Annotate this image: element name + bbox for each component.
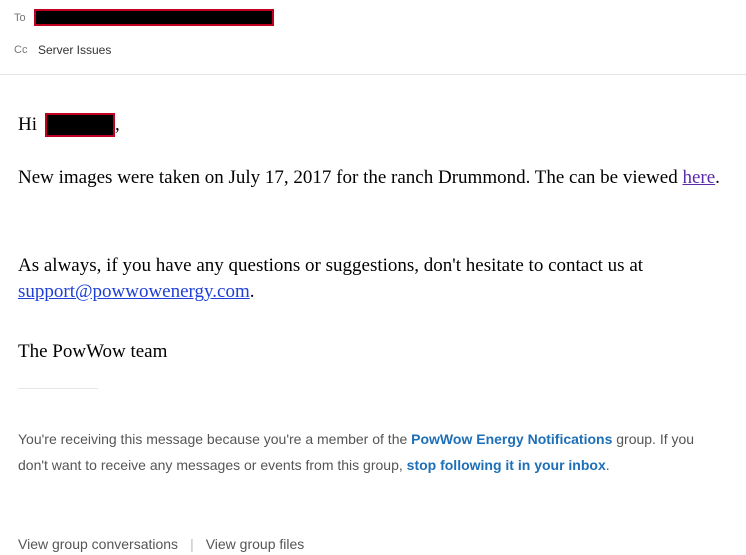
header-divider	[0, 74, 746, 75]
group-footer: You're receiving this message because yo…	[18, 426, 718, 478]
images-text-end: .	[715, 167, 720, 188]
greeting-comma: ,	[115, 114, 120, 135]
signature: The PowWow team	[18, 341, 168, 362]
footer-text-3: .	[605, 457, 610, 473]
actions-separator: |	[190, 536, 194, 552]
greeting: Hi	[18, 114, 37, 135]
footer-text-1: You're receiving this message because yo…	[18, 431, 412, 447]
contact-paragraph: As always, if you have any questions or …	[18, 253, 738, 305]
to-label: To	[14, 11, 26, 24]
contact-text: As always, if you have any questions or …	[18, 255, 644, 276]
stop-following-link[interactable]: stop following it in your inbox	[407, 457, 606, 473]
redacted-recipient	[34, 9, 274, 26]
signature-divider	[18, 388, 98, 389]
contact-text-end: .	[249, 281, 255, 302]
view-conversations-link[interactable]: View group conversations	[18, 536, 178, 552]
images-text: New images were taken on July 17, 2017 f…	[18, 167, 683, 188]
cc-recipient[interactable]: Server Issues	[38, 43, 111, 57]
images-paragraph: New images were taken on July 17, 2017 f…	[18, 165, 738, 191]
to-row: To	[14, 9, 274, 26]
group-actions: View group conversations | View group fi…	[18, 536, 304, 552]
group-link[interactable]: PowWow Energy Notifications	[411, 431, 612, 447]
redacted-name	[45, 113, 115, 137]
cc-row: Cc Server Issues	[14, 43, 111, 57]
cc-label: Cc	[14, 44, 28, 56]
support-email-link[interactable]: support@powwowenergy.com	[18, 281, 250, 302]
greeting-line: Hi ,	[18, 112, 120, 138]
view-files-link[interactable]: View group files	[206, 536, 305, 552]
here-link[interactable]: here	[682, 167, 715, 188]
